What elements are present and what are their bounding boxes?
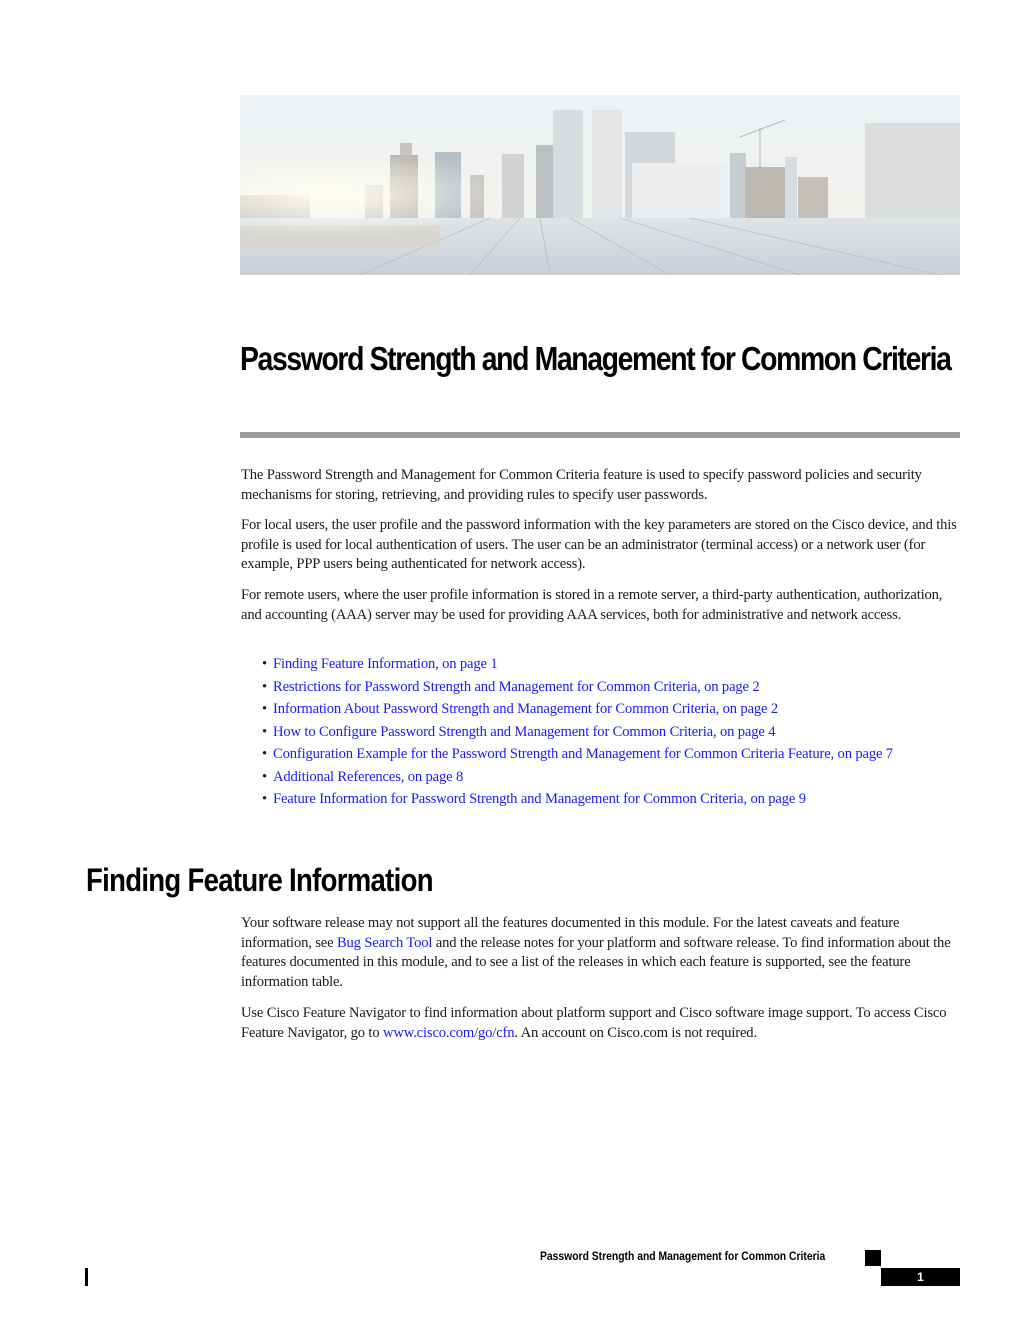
footer-marker xyxy=(865,1250,881,1266)
section-text-1: Your software release may not support al… xyxy=(241,914,963,992)
banner-image xyxy=(240,95,960,275)
section-text-2: Use Cisco Feature Navigator to find info… xyxy=(241,1004,963,1043)
toc-item: • Configuration Example for the Password … xyxy=(262,745,962,765)
section-paragraph-2: Use Cisco Feature Navigator to find info… xyxy=(241,1004,963,1043)
section-paragraph-1: Your software release may not support al… xyxy=(241,914,963,992)
toc-link-feature-information[interactable]: Feature Information for Password Strengt… xyxy=(273,791,806,807)
toc-link-information-about[interactable]: Information About Password Strength and … xyxy=(273,701,778,717)
toc-item: • Information About Password Strength and… xyxy=(262,700,962,720)
intro-text-1: The Password Strength and Management for… xyxy=(241,467,922,503)
bullet-icon: • xyxy=(262,791,267,807)
toc-link-restrictions[interactable]: Restrictions for Password Strength and M… xyxy=(273,679,760,695)
table-of-contents: • Finding Feature Information, on page 1 … xyxy=(262,655,962,813)
intro-paragraph-2: For local users, the user profile and th… xyxy=(241,516,963,575)
toc-link-additional-references[interactable]: Additional References, on page 8 xyxy=(273,769,463,785)
bug-search-tool-link[interactable]: Bug Search Tool xyxy=(337,935,433,951)
text-run: . An account on Cisco.com is not require… xyxy=(514,1024,757,1041)
toc-item: • Additional References, on page 8 xyxy=(262,768,962,788)
bullet-icon: • xyxy=(262,723,267,740)
bullet-icon: • xyxy=(262,678,267,695)
intro-text-3: For remote users, where the user profile… xyxy=(241,587,943,623)
page-title: Password Strength and Management for Com… xyxy=(240,340,952,377)
toc-link-how-to-configure[interactable]: How to Configure Password Strength and M… xyxy=(273,724,775,740)
cisco-feature-navigator-link[interactable]: www.cisco.com/go/cfn xyxy=(383,1025,515,1041)
toc-link-configuration-example[interactable]: Configuration Example for the Password S… xyxy=(273,746,893,762)
toc-item: • Finding Feature Information, on page 1 xyxy=(262,655,962,675)
bullet-icon: • xyxy=(262,768,267,785)
section-heading: Finding Feature Information xyxy=(86,862,434,898)
bullet-icon: • xyxy=(262,746,267,762)
footer-title: Password Strength and Management for Com… xyxy=(540,1251,826,1263)
intro-paragraph-3: For remote users, where the user profile… xyxy=(241,586,963,625)
bullet-icon: • xyxy=(262,701,267,717)
bullet-icon: • xyxy=(262,656,267,672)
toc-item: • Restrictions for Password Strength and … xyxy=(262,678,962,698)
intro-paragraph-1: The Password Strength and Management for… xyxy=(241,466,963,505)
intro-text-2: For local users, the user profile and th… xyxy=(241,517,957,572)
toc-link-finding-feature-information[interactable]: Finding Feature Information, on page 1 xyxy=(273,656,498,672)
skyline-photo xyxy=(240,95,960,275)
footer-margin-bar xyxy=(85,1268,88,1286)
page-number: 1 xyxy=(881,1268,960,1286)
title-divider xyxy=(240,432,960,438)
toc-item: • Feature Information for Password Streng… xyxy=(262,790,962,810)
toc-item: • How to Configure Password Strength and … xyxy=(262,723,962,743)
